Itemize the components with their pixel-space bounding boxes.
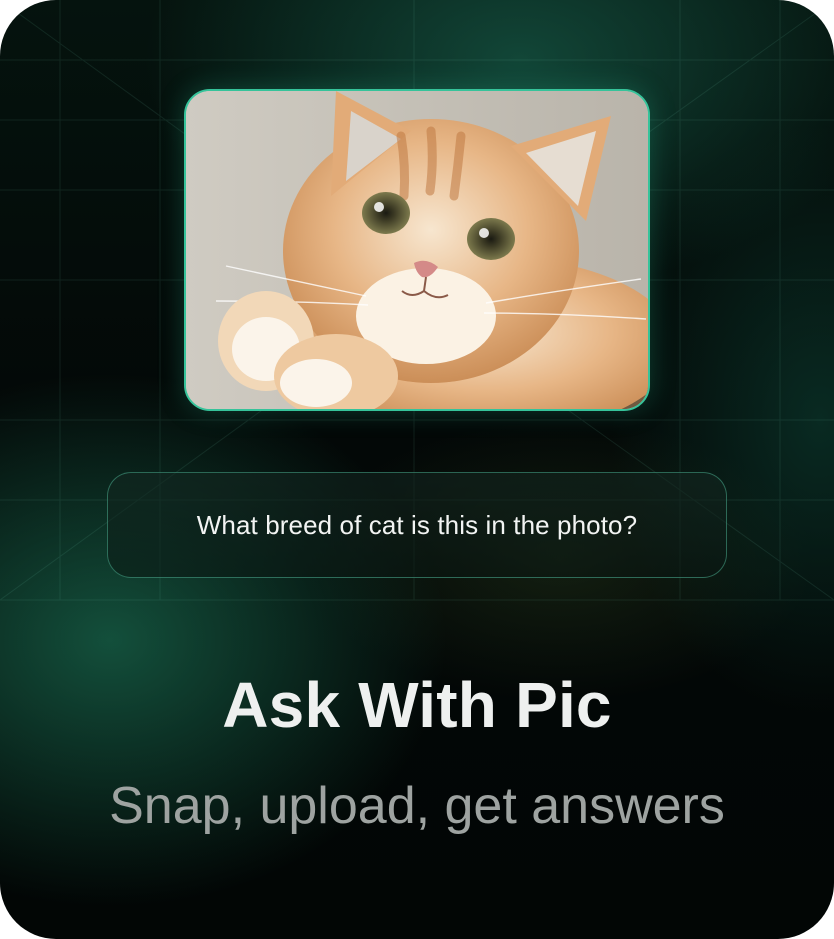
cat-photo (184, 89, 650, 411)
promo-card: What breed of cat is this in the photo? … (0, 0, 834, 939)
page-title: Ask With Pic (222, 669, 612, 741)
question-bubble: What breed of cat is this in the photo? (107, 472, 727, 578)
page-subtitle: Snap, upload, get answers (109, 777, 725, 835)
cat-illustration (186, 91, 648, 409)
question-text: What breed of cat is this in the photo? (196, 509, 638, 540)
